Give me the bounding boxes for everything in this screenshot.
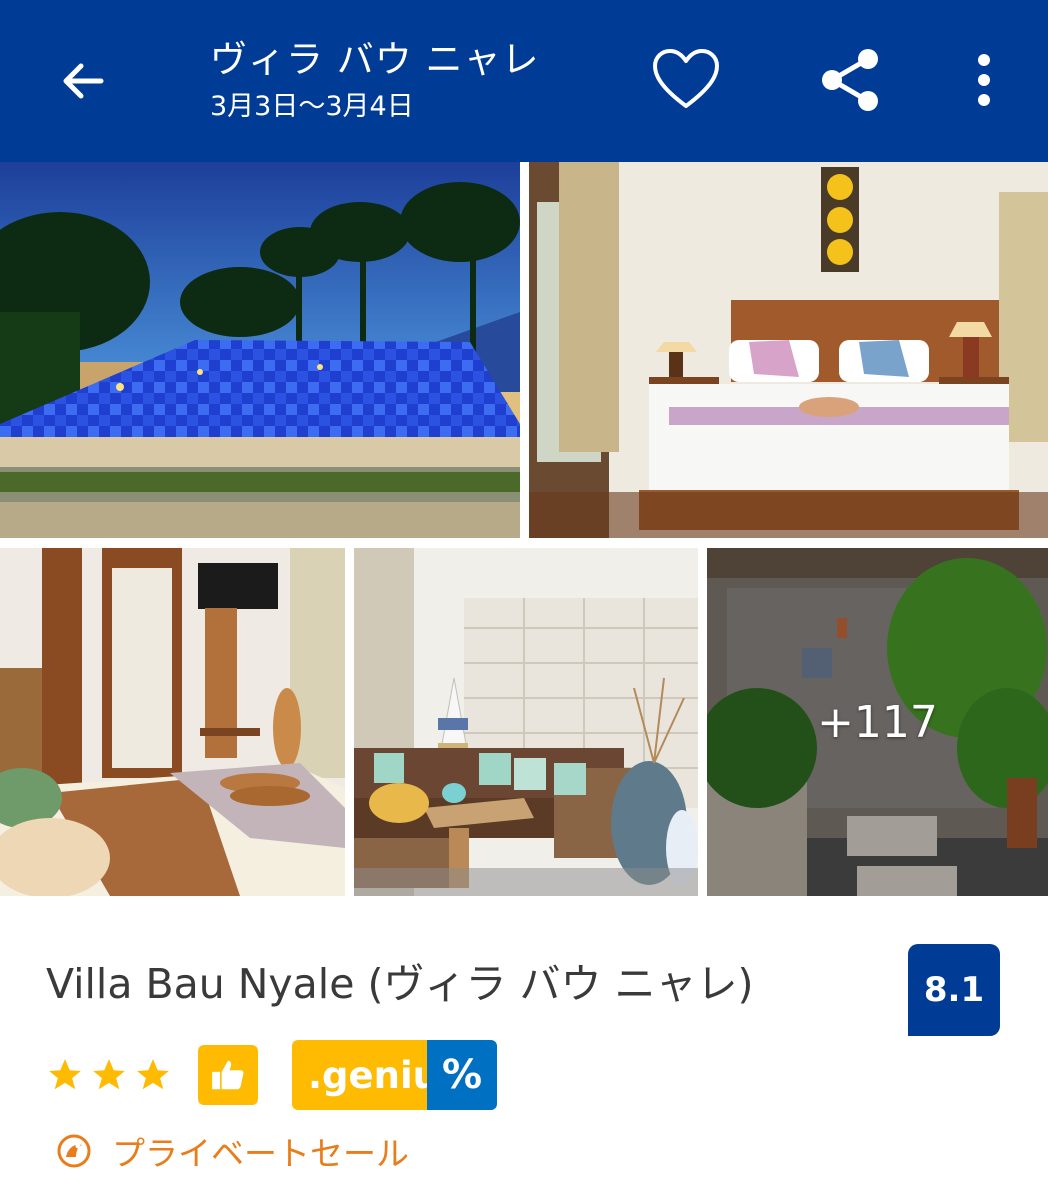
- more-options-button[interactable]: [944, 40, 1024, 120]
- share-icon: [822, 49, 878, 111]
- star-rating: [46, 1056, 172, 1094]
- share-button[interactable]: [810, 40, 890, 120]
- star-icon: [137, 1059, 169, 1090]
- favorite-button[interactable]: [646, 40, 726, 120]
- genius-discount-icon: %: [427, 1040, 497, 1110]
- photo-bedroom-tv[interactable]: [0, 548, 345, 896]
- photo-lounge[interactable]: [354, 548, 698, 896]
- genius-badge[interactable]: .genius %: [292, 1040, 497, 1110]
- rating-row: .genius %: [46, 1040, 497, 1110]
- arrow-left-icon: [63, 63, 104, 99]
- header-title-block: ヴィラ バウ ニャレ 3月3日〜3月4日: [210, 36, 540, 126]
- photo-pool[interactable]: [0, 162, 520, 538]
- heart-outline-icon: [653, 49, 719, 108]
- private-sale-label: プライベートセール: [112, 1134, 409, 1173]
- back-button[interactable]: [48, 46, 118, 116]
- more-photos-count: +117: [817, 696, 938, 748]
- photo-bedroom[interactable]: [529, 162, 1048, 538]
- star-icon: [93, 1059, 125, 1090]
- private-sale-icon: [57, 1134, 91, 1168]
- genius-label: .genius: [292, 1040, 461, 1110]
- preferred-partner-badge[interactable]: [198, 1045, 258, 1105]
- thumbs-up-icon: [212, 1060, 244, 1090]
- photo-outdoor-bathroom[interactable]: +117: [707, 548, 1048, 896]
- page-title: ヴィラ バウ ニャレ: [210, 38, 540, 81]
- more-vertical-icon: [978, 54, 990, 106]
- review-score-badge[interactable]: 8.1: [908, 944, 1000, 1036]
- photo-gallery: +117: [0, 162, 1048, 896]
- star-icon: [49, 1059, 81, 1090]
- stay-dates: 3月3日〜3月4日: [210, 91, 414, 122]
- app-header: ヴィラ バウ ニャレ 3月3日〜3月4日: [0, 0, 1048, 162]
- private-sale-row[interactable]: プライベートセール: [56, 1128, 409, 1174]
- property-name: Villa Bau Nyale (ヴィラ バウ ニャレ): [46, 960, 754, 1008]
